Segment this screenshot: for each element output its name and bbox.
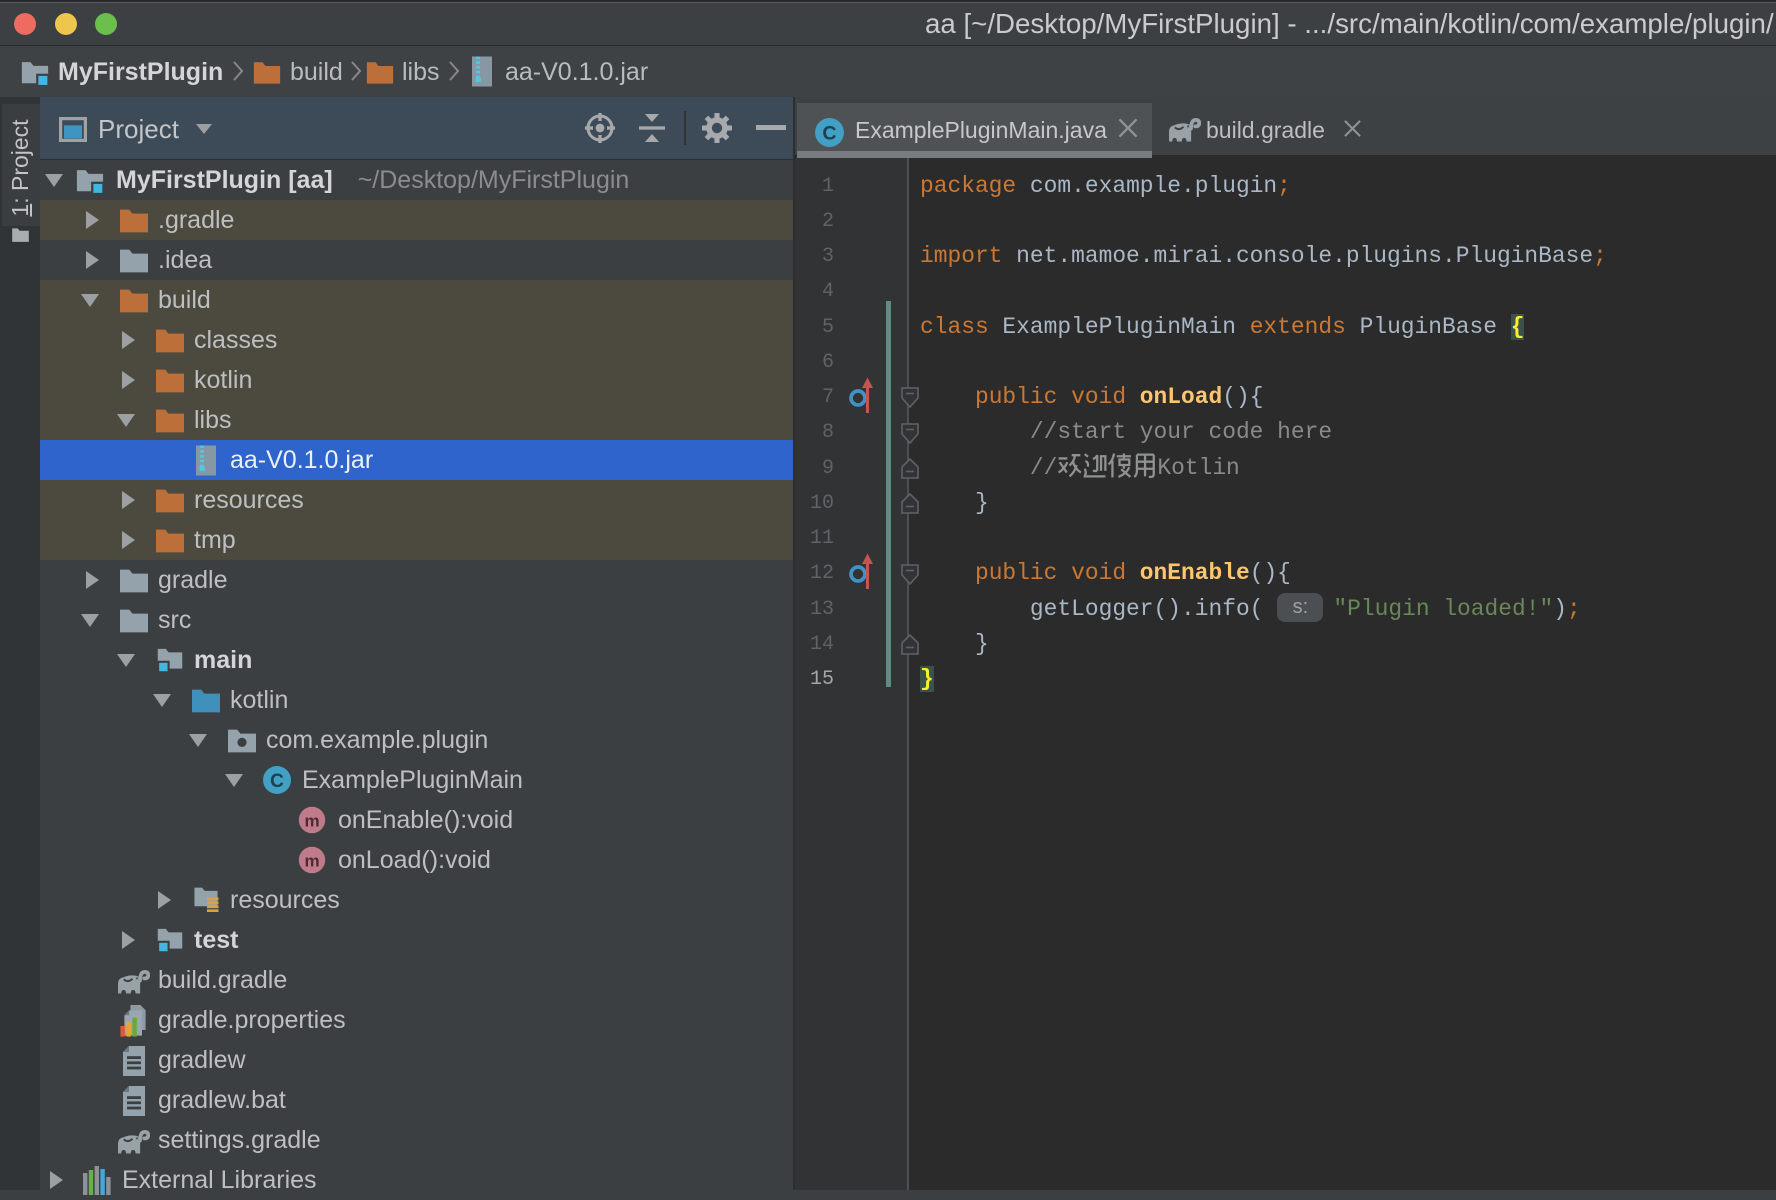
svg-text:m: m (304, 851, 319, 870)
svg-text:C: C (822, 123, 836, 145)
svg-text:C: C (270, 771, 284, 792)
svg-text:m: m (304, 811, 319, 830)
